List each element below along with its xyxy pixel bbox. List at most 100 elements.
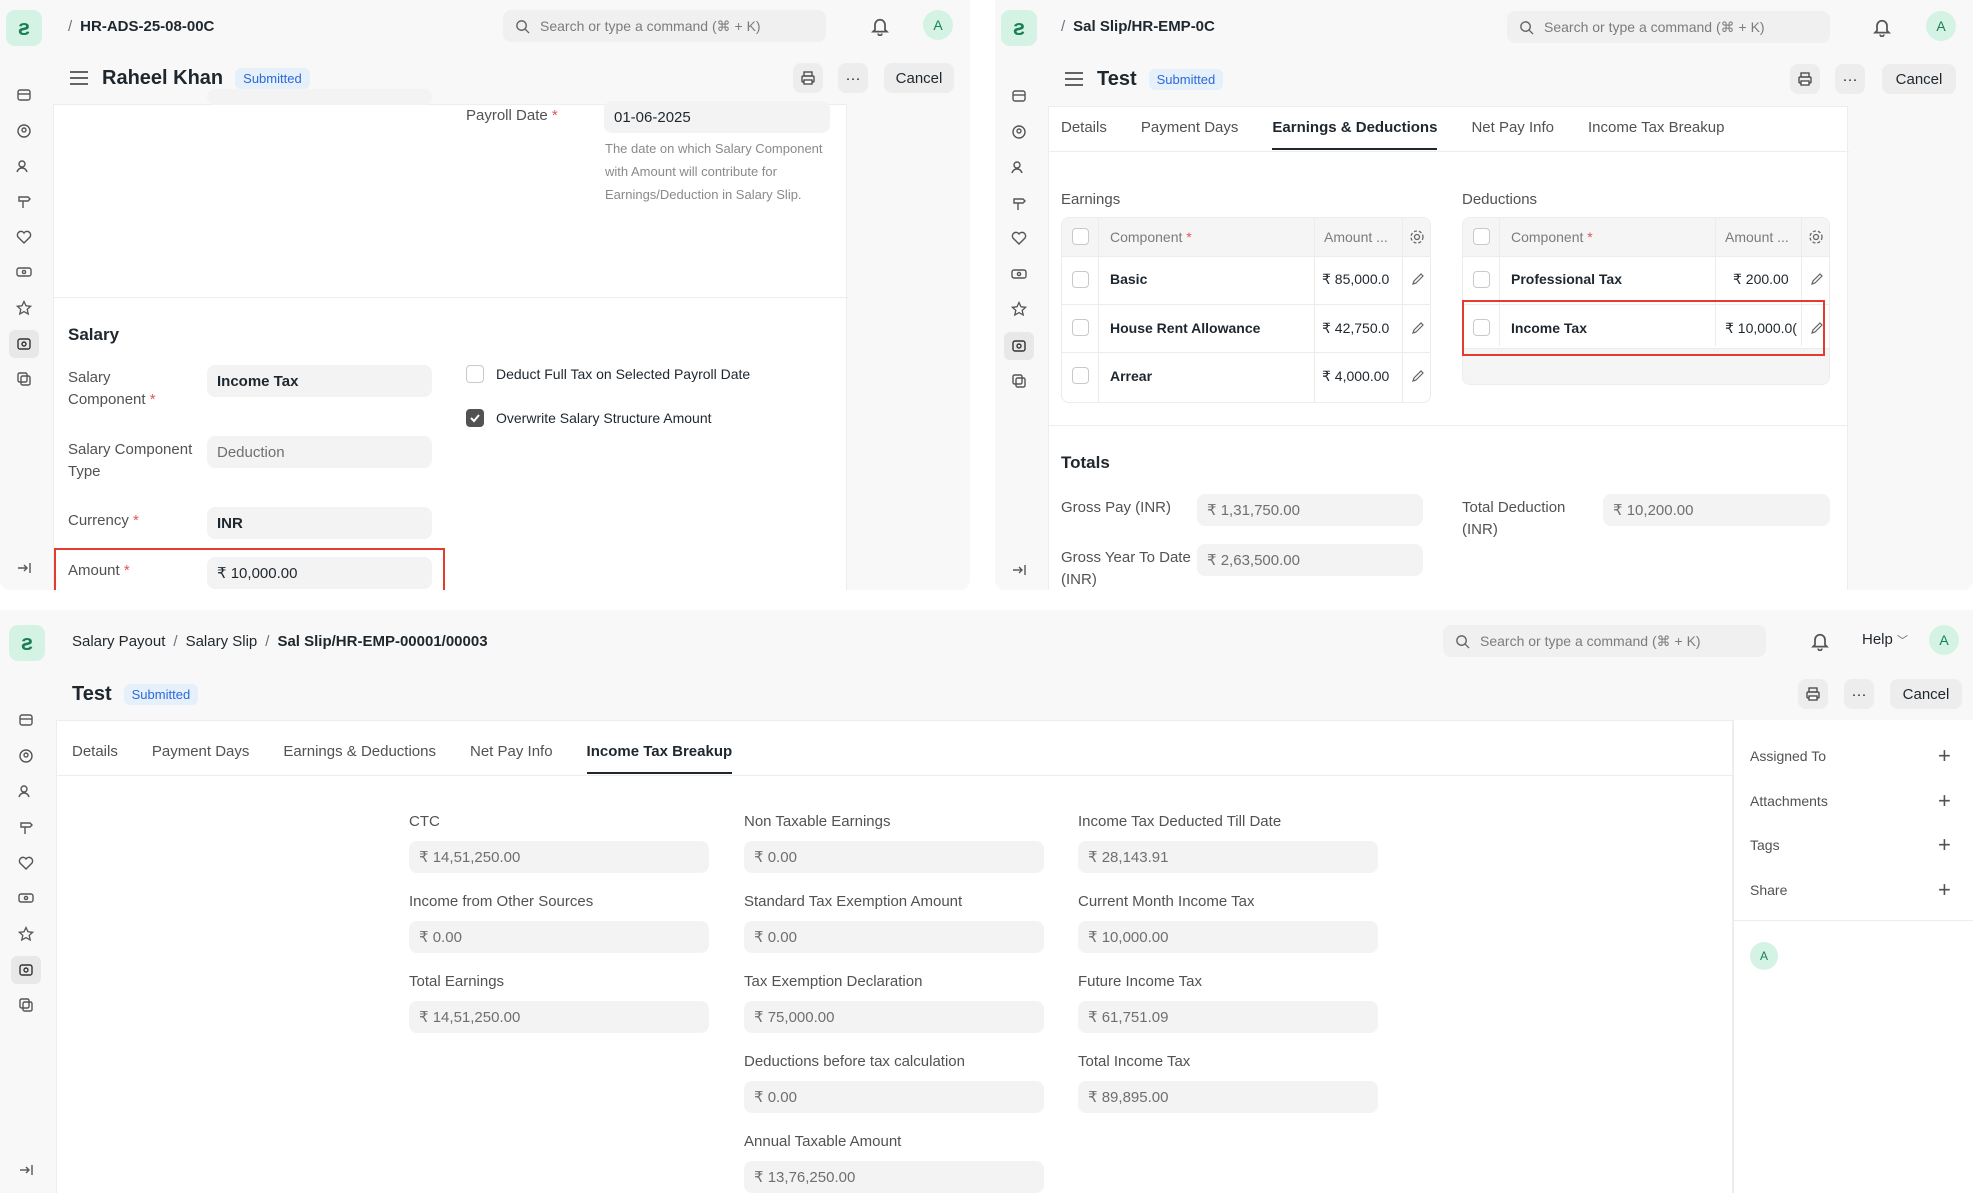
component-type-input[interactable]: Deduction bbox=[207, 436, 432, 468]
documents-icon[interactable] bbox=[14, 369, 34, 389]
total-deduction-input[interactable]: ₹ 10,200.00 bbox=[1603, 494, 1830, 526]
cancel-button[interactable]: Cancel bbox=[1882, 64, 1956, 94]
deduct-full-tax-checkbox[interactable] bbox=[466, 365, 484, 383]
star-icon[interactable] bbox=[16, 924, 36, 944]
more-button[interactable]: ··· bbox=[838, 63, 868, 93]
collapse-sidebar-icon[interactable] bbox=[1009, 560, 1029, 580]
payroll-icon[interactable] bbox=[1004, 332, 1034, 360]
menu-icon[interactable] bbox=[70, 71, 88, 85]
tab-net-pay-info[interactable]: Net Pay Info bbox=[470, 743, 553, 774]
select-all-checkbox[interactable] bbox=[1473, 228, 1490, 245]
tab-payment-days[interactable]: Payment Days bbox=[152, 743, 250, 774]
payroll-date-input[interactable]: 01-06-2025 bbox=[604, 101, 830, 133]
edit-icon[interactable] bbox=[1411, 321, 1425, 335]
deductions-before-input[interactable]: ₹ 0.00 bbox=[744, 1081, 1044, 1113]
documents-icon[interactable] bbox=[16, 995, 36, 1015]
sidebar-attachments[interactable]: Attachments bbox=[1750, 793, 1828, 809]
help-menu[interactable]: Help ﹀ bbox=[1862, 631, 1908, 648]
cancel-button[interactable]: Cancel bbox=[884, 63, 954, 93]
money-icon[interactable] bbox=[14, 262, 34, 282]
notification-bell-icon[interactable] bbox=[1872, 17, 1892, 37]
user-avatar[interactable]: A bbox=[1929, 625, 1959, 655]
add-share-icon[interactable]: + bbox=[1938, 879, 1951, 901]
user-avatar[interactable]: A bbox=[923, 10, 953, 40]
archive-icon[interactable] bbox=[14, 85, 34, 105]
users-icon[interactable] bbox=[16, 781, 36, 801]
exemption-decl-input[interactable]: ₹ 75,000.00 bbox=[744, 1001, 1044, 1033]
print-button[interactable] bbox=[1798, 679, 1828, 709]
follower-avatar[interactable]: A bbox=[1750, 942, 1778, 970]
std-exemption-input[interactable]: ₹ 0.00 bbox=[744, 921, 1044, 953]
users-icon[interactable] bbox=[14, 156, 34, 176]
add-tag-icon[interactable]: + bbox=[1938, 834, 1951, 856]
menu-icon[interactable] bbox=[1065, 72, 1083, 86]
breadcrumb-salary-payout[interactable]: Salary Payout bbox=[72, 633, 165, 650]
collapse-sidebar-icon[interactable] bbox=[16, 1160, 36, 1180]
signpost-icon[interactable] bbox=[16, 817, 36, 837]
tab-income-tax-breakup[interactable]: Income Tax Breakup bbox=[586, 743, 733, 774]
row-checkbox[interactable] bbox=[1072, 367, 1089, 384]
app-logo[interactable]: ƨ bbox=[1001, 10, 1037, 46]
edit-icon[interactable] bbox=[1411, 369, 1425, 383]
breadcrumb-current[interactable]: HR-ADS-25-08-00C bbox=[80, 18, 214, 35]
notification-bell-icon[interactable] bbox=[1810, 631, 1830, 651]
cancel-button[interactable]: Cancel bbox=[1890, 679, 1962, 709]
notification-bell-icon[interactable] bbox=[870, 16, 890, 36]
tab-details[interactable]: Details bbox=[72, 743, 118, 774]
ctc-input[interactable]: ₹ 14,51,250.00 bbox=[409, 841, 709, 873]
money-icon[interactable] bbox=[16, 888, 36, 908]
tab-income-tax-breakup[interactable]: Income Tax Breakup bbox=[1588, 119, 1724, 150]
breadcrumb-salary-slip[interactable]: Salary Slip bbox=[186, 633, 258, 650]
user-avatar[interactable]: A bbox=[1926, 11, 1956, 41]
other-sources-input[interactable]: ₹ 0.00 bbox=[409, 921, 709, 953]
select-all-checkbox[interactable] bbox=[1072, 228, 1089, 245]
currency-input[interactable]: INR bbox=[207, 507, 432, 539]
gear-icon[interactable] bbox=[1409, 229, 1425, 245]
overwrite-structure-checkbox[interactable] bbox=[466, 409, 484, 427]
tab-earnings-deductions[interactable]: Earnings & Deductions bbox=[283, 743, 436, 774]
breadcrumb-current[interactable]: Sal Slip/HR-EMP-0C bbox=[1073, 18, 1215, 35]
sidebar-tags[interactable]: Tags bbox=[1750, 837, 1780, 853]
tab-earnings-deductions[interactable]: Earnings & Deductions bbox=[1272, 119, 1438, 150]
gross-ytd-input[interactable]: ₹ 2,63,500.00 bbox=[1197, 544, 1423, 576]
payroll-icon[interactable] bbox=[11, 956, 41, 984]
breadcrumb-current[interactable]: Sal Slip/HR-EMP-00001/00003 bbox=[277, 633, 487, 650]
add-assigned-icon[interactable]: + bbox=[1938, 745, 1951, 767]
future-tax-input[interactable]: ₹ 61,751.09 bbox=[1078, 1001, 1378, 1033]
app-logo[interactable]: ƨ bbox=[9, 625, 45, 661]
edit-icon[interactable] bbox=[1810, 272, 1824, 286]
more-button[interactable]: ··· bbox=[1835, 64, 1865, 94]
tab-details[interactable]: Details bbox=[1061, 119, 1107, 150]
annual-taxable-input[interactable]: ₹ 13,76,250.00 bbox=[744, 1161, 1044, 1193]
signpost-icon[interactable] bbox=[1009, 193, 1029, 213]
search-bar[interactable]: Search or type a command (⌘ + K) bbox=[1507, 11, 1830, 43]
app-logo[interactable]: ƨ bbox=[6, 10, 42, 46]
total-earnings-input[interactable]: ₹ 14,51,250.00 bbox=[409, 1001, 709, 1033]
sidebar-share[interactable]: Share bbox=[1750, 882, 1787, 898]
user-circle-icon[interactable] bbox=[1009, 122, 1029, 142]
signpost-icon[interactable] bbox=[14, 191, 34, 211]
documents-icon[interactable] bbox=[1009, 371, 1029, 391]
tax-deducted-input[interactable]: ₹ 28,143.91 bbox=[1078, 841, 1378, 873]
heart-icon[interactable] bbox=[1009, 228, 1029, 248]
user-circle-icon[interactable] bbox=[16, 746, 36, 766]
money-icon[interactable] bbox=[1009, 264, 1029, 284]
star-icon[interactable] bbox=[14, 298, 34, 318]
archive-icon[interactable] bbox=[1009, 86, 1029, 106]
row-checkbox[interactable] bbox=[1072, 319, 1089, 336]
tab-payment-days[interactable]: Payment Days bbox=[1141, 119, 1239, 150]
payroll-icon[interactable] bbox=[9, 330, 39, 358]
add-attachment-icon[interactable]: + bbox=[1938, 790, 1951, 812]
star-icon[interactable] bbox=[1009, 299, 1029, 319]
gear-icon[interactable] bbox=[1808, 229, 1824, 245]
user-circle-icon[interactable] bbox=[14, 121, 34, 141]
sidebar-assigned-to[interactable]: Assigned To bbox=[1750, 748, 1826, 764]
gross-pay-input[interactable]: ₹ 1,31,750.00 bbox=[1197, 494, 1423, 526]
more-button[interactable]: ··· bbox=[1844, 679, 1874, 709]
print-button[interactable] bbox=[793, 63, 823, 93]
non-taxable-input[interactable]: ₹ 0.00 bbox=[744, 841, 1044, 873]
tab-net-pay-info[interactable]: Net Pay Info bbox=[1471, 119, 1554, 150]
search-bar[interactable]: Search or type a command (⌘ + K) bbox=[1443, 625, 1766, 657]
collapse-sidebar-icon[interactable] bbox=[14, 558, 34, 578]
row-checkbox[interactable] bbox=[1072, 271, 1089, 288]
